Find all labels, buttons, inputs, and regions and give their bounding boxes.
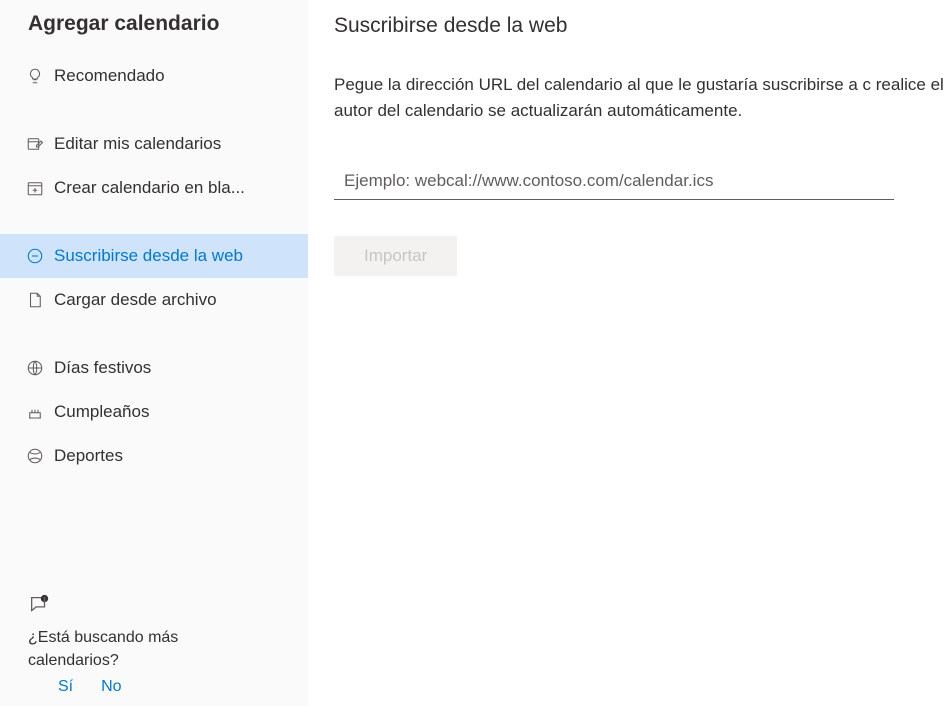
calendar-url-input[interactable] (334, 163, 894, 200)
sidebar-item-create-blank[interactable]: Crear calendario en bla... (0, 166, 308, 210)
feedback-question: ¿Está buscando más calendarios? (28, 627, 228, 672)
lightbulb-icon (26, 67, 54, 85)
sidebar-item-label: Recomendado (54, 66, 165, 86)
file-icon (26, 291, 54, 309)
sidebar-item-label: Editar mis calendarios (54, 134, 221, 154)
sidebar-item-subscribe-web[interactable]: Suscribirse desde la web (0, 234, 308, 278)
sidebar-title: Agregar calendario (0, 12, 308, 54)
add-calendar-icon (26, 179, 54, 197)
import-button[interactable]: Importar (334, 236, 457, 276)
page-title: Suscribirse desde la web (334, 14, 945, 38)
sidebar-item-label: Crear calendario en bla... (54, 178, 245, 198)
sidebar-item-holidays[interactable]: Días festivos (0, 346, 308, 390)
web-subscribe-icon (26, 247, 54, 265)
page-description: Pegue la dirección URL del calendario al… (334, 72, 945, 123)
edit-calendar-icon (26, 135, 54, 153)
feedback-icon: ! (28, 594, 308, 621)
feedback-section: ! ¿Está buscando más calendarios? Sí No (0, 594, 308, 706)
main-panel: Suscribirse desde la web Pegue la direcc… (308, 0, 945, 706)
cake-icon (26, 403, 54, 421)
sidebar-item-label: Días festivos (54, 358, 151, 378)
sports-icon (26, 447, 54, 465)
feedback-yes-link[interactable]: Sí (58, 678, 73, 696)
sidebar-item-upload-file[interactable]: Cargar desde archivo (0, 278, 308, 322)
sidebar-item-edit-calendars[interactable]: Editar mis calendarios (0, 122, 308, 166)
sidebar-item-label: Deportes (54, 446, 123, 466)
sidebar-item-label: Suscribirse desde la web (54, 246, 243, 266)
sidebar: Agregar calendario Recomendado Editar mi… (0, 0, 308, 706)
globe-icon (26, 359, 54, 377)
sidebar-item-label: Cargar desde archivo (54, 290, 217, 310)
sidebar-item-birthdays[interactable]: Cumpleaños (0, 390, 308, 434)
sidebar-item-recommended[interactable]: Recomendado (0, 54, 308, 98)
feedback-no-link[interactable]: No (101, 678, 121, 696)
sidebar-item-label: Cumpleaños (54, 402, 149, 422)
sidebar-item-sports[interactable]: Deportes (0, 434, 308, 478)
